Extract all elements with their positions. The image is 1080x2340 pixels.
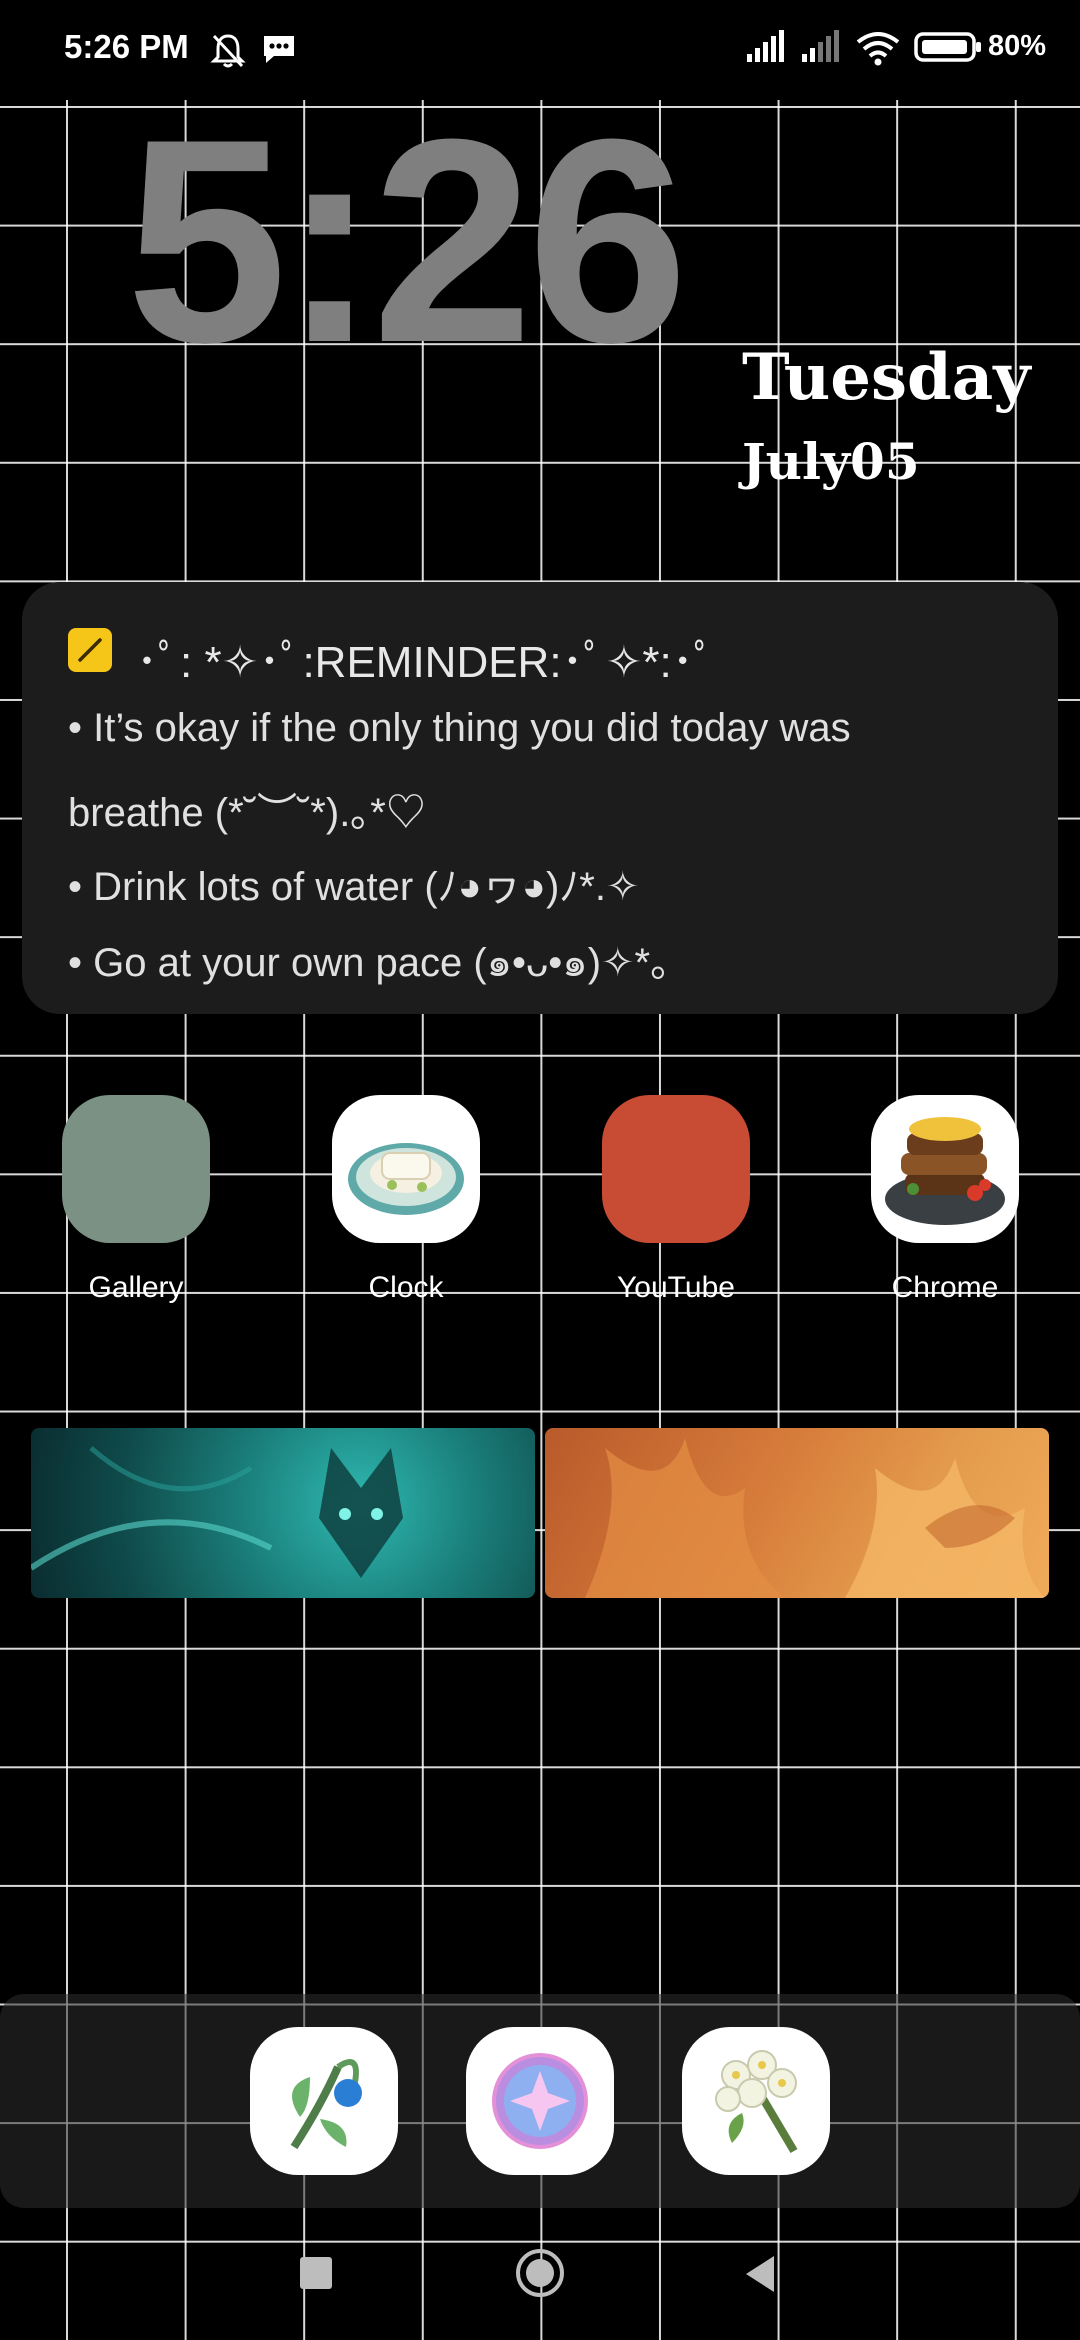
dock-app[interactable] [250,2027,398,2175]
note-widget[interactable]: ･ﾟ: *✧･ﾟ:REMINDER:･ﾟ✧*:･ﾟ • It’s okay if… [22,582,1058,1014]
clock-widget-day: Tuesday [742,340,1031,415]
food-dish-icon [332,1095,480,1243]
app-youtube[interactable]: YouTube [601,1095,751,1305]
youtube-icon [602,1095,750,1243]
recents-button[interactable] [300,2257,332,2289]
app-label: Clock [368,1271,444,1304]
app-label: Chrome [891,1271,999,1304]
pencil-icon [68,628,112,672]
note-title: ･ﾟ: *✧･ﾟ:REMINDER:･ﾟ✧*:･ﾟ [136,638,716,687]
signal-icon [747,30,784,62]
battery-percent: 80% [987,30,1046,62]
app-label: YouTube [617,1271,735,1304]
signal-icon [802,30,839,62]
food-dish-icon [871,1095,1019,1243]
status-time: 5:26 PM [64,28,189,65]
gallery-icon [62,1095,210,1243]
bell-off-icon [210,34,246,68]
battery-icon [914,32,981,62]
clock-widget-date: July05 [742,432,920,491]
flower-icon [715,2050,798,2154]
clock-widget-time[interactable]: 5:26 [126,96,688,386]
note-line: • It’s okay if the only thing you did to… [68,706,851,750]
dock-app[interactable] [466,2027,614,2175]
note-line: breathe (*˘︶˘*).｡*♡ [68,791,426,835]
wifi-icon [856,32,900,66]
orange-artwork-widget[interactable] [545,1428,1049,1598]
flower-icon [290,2059,362,2150]
dock-app[interactable] [682,2027,830,2175]
note-line: • Go at your own pace (๑•ᴗ•๑)✧*。 [68,941,691,985]
crystal-orb-icon [492,2053,588,2149]
home-button[interactable] [514,2247,566,2299]
app-gallery[interactable]: Gallery [61,1095,211,1305]
message-icon [264,36,294,63]
note-line: • Drink lots of water (ﾉ◕ヮ◕)ﾉ*.✧ [68,865,640,909]
back-button[interactable] [742,2254,778,2294]
teal-artwork-widget[interactable] [31,1428,535,1598]
app-clock[interactable]: Clock [331,1095,481,1305]
app-label: Gallery [88,1271,184,1304]
app-chrome[interactable]: Chrome [870,1095,1020,1305]
